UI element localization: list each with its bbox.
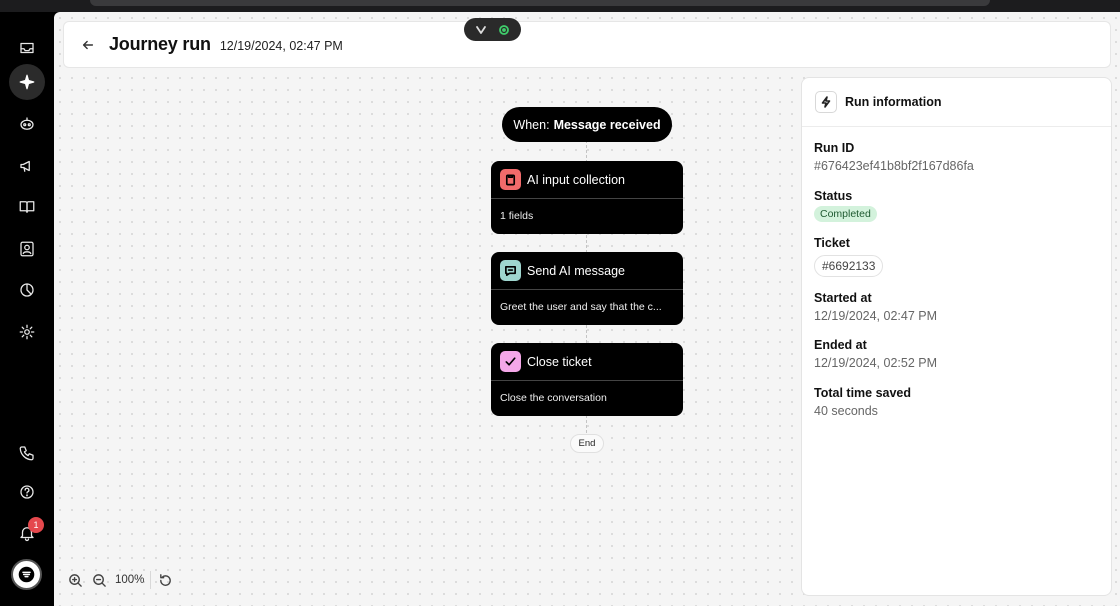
address-bar <box>90 0 990 6</box>
ended-at-label: Ended at <box>814 338 867 352</box>
status-label: Status <box>814 189 853 203</box>
zoom-divider <box>150 571 152 589</box>
back-arrow-icon[interactable] <box>81 36 99 54</box>
node-title: AI input collection <box>527 172 625 187</box>
time-saved-label: Total time saved <box>814 386 912 400</box>
target-icon[interactable] <box>495 21 513 39</box>
node-detail: Close the conversation <box>500 392 607 404</box>
end-node: End <box>570 434 604 453</box>
bot-icon[interactable] <box>9 106 45 142</box>
browser-top-strip <box>0 0 1120 12</box>
panel-title: Run information <box>845 95 942 109</box>
chevron-down-icon[interactable] <box>472 21 490 39</box>
started-at-field: Started at 12/19/2024, 02:47 PM <box>814 291 937 323</box>
run-timestamp: 12/19/2024, 02:47 PM <box>219 39 343 53</box>
ticket-link[interactable]: #6692133 <box>814 255 884 277</box>
node-detail: 1 fields <box>500 210 534 222</box>
inbox-icon[interactable] <box>9 30 45 66</box>
reset-view-icon[interactable] <box>153 568 177 592</box>
chart-pie-icon[interactable] <box>9 272 45 308</box>
node-title: Send AI message <box>527 263 625 278</box>
ended-at-field: Ended at 12/19/2024, 02:52 PM <box>814 338 937 370</box>
check-icon <box>500 351 521 372</box>
started-at-label: Started at <box>814 291 872 305</box>
flow-node-ai-input-collection[interactable]: AI input collection 1 fields <box>491 161 683 234</box>
book-icon[interactable] <box>9 189 45 225</box>
time-saved-value: 40 seconds <box>814 404 878 418</box>
trigger-prefix: When: <box>513 117 550 132</box>
sparkle-icon[interactable] <box>9 64 45 100</box>
trigger-node[interactable]: When: Message received <box>502 107 672 142</box>
sidebar: 1 <box>0 12 54 606</box>
zoom-out-icon[interactable] <box>87 568 111 592</box>
trigger-event: Message received <box>553 117 661 132</box>
clipboard-icon <box>500 169 521 190</box>
megaphone-icon[interactable] <box>9 148 45 184</box>
canvas-toolbar <box>464 18 521 41</box>
ticket-field: Ticket #6692133 <box>814 236 884 277</box>
node-title: Close ticket <box>527 354 592 369</box>
page-title: Journey run <box>109 34 211 54</box>
run-id-field: Run ID #676423ef41b8bf2f167d86fa <box>814 141 974 173</box>
time-saved-field: Total time saved 40 seconds <box>814 386 911 418</box>
notification-badge: 1 <box>28 517 44 533</box>
status-field: Status Completed <box>814 189 877 222</box>
run-id-value: #676423ef41b8bf2f167d86fa <box>814 159 974 173</box>
page-header: Journey run 12/19/2024, 02:47 PM <box>63 21 1111 68</box>
ticket-label: Ticket <box>814 236 850 250</box>
status-badge: Completed <box>814 206 877 222</box>
gear-icon[interactable] <box>9 314 45 350</box>
help-icon[interactable] <box>9 474 45 510</box>
flow-node-send-ai-message[interactable]: Send AI message Greet the user and say t… <box>491 252 683 325</box>
lightning-icon <box>815 91 837 113</box>
zoom-in-icon[interactable] <box>63 568 87 592</box>
run-id-label: Run ID <box>814 141 855 155</box>
started-at-value: 12/19/2024, 02:47 PM <box>814 309 938 323</box>
brand-logo[interactable] <box>11 559 42 590</box>
main-canvas: Journey run 12/19/2024, 02:47 PM When: M… <box>54 12 1120 606</box>
contact-icon[interactable] <box>9 231 45 267</box>
phone-icon[interactable] <box>9 435 45 471</box>
node-detail: Greet the user and say that the c... <box>500 301 662 313</box>
zoom-level: 100% <box>115 574 145 586</box>
ended-at-value: 12/19/2024, 02:52 PM <box>814 356 938 370</box>
zoom-controls: 100% <box>63 568 177 592</box>
flow-node-close-ticket[interactable]: Close ticket Close the conversation <box>491 343 683 416</box>
run-information-panel: Run information Run ID #676423ef41b8bf2f… <box>801 77 1112 596</box>
chat-icon <box>500 260 521 281</box>
